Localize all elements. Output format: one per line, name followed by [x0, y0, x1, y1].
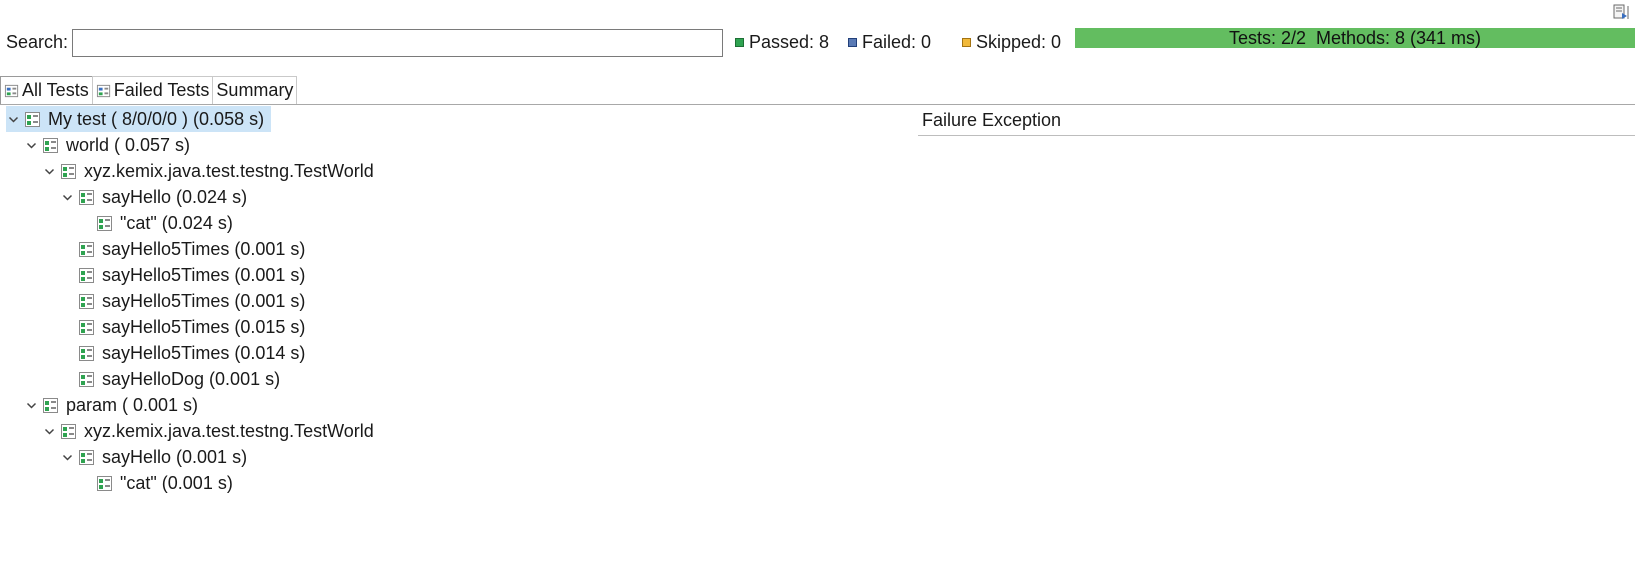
- tree-row[interactable]: sayHello5Times (0.015 s): [60, 314, 308, 340]
- chevron-down-icon[interactable]: [60, 190, 74, 204]
- search-label: Search:: [6, 32, 69, 52]
- tree-row[interactable]: sayHello (0.024 s): [60, 184, 250, 210]
- tab-label: Failed Tests: [113, 80, 210, 100]
- tree-row[interactable]: world ( 0.057 s): [24, 132, 193, 158]
- chevron-down-icon[interactable]: [60, 450, 74, 464]
- passed-test-icon: [78, 267, 95, 284]
- passed-test-icon: [78, 319, 95, 336]
- tree-row[interactable]: xyz.kemix.java.test.testng.TestWorld: [42, 418, 377, 444]
- tab-label: All Tests: [22, 80, 89, 100]
- tab-failed-tests[interactable]: Failed Tests: [91, 76, 213, 104]
- tree-row[interactable]: sayHello5Times (0.001 s): [60, 262, 308, 288]
- tree-row-label: sayHello (0.001 s): [102, 446, 248, 467]
- tree-row[interactable]: sayHello5Times (0.001 s): [60, 236, 308, 262]
- passed-test-icon: [78, 371, 95, 388]
- passed-test-icon: [24, 110, 41, 128]
- tree-row-label: sayHelloDog (0.001 s): [102, 368, 281, 389]
- tab-all-tests[interactable]: All Tests: [0, 76, 92, 104]
- tree-row-label: sayHello5Times (0.014 s): [102, 342, 306, 363]
- chevron-down-icon[interactable]: [24, 398, 38, 412]
- tree-row-label: sayHello5Times (0.015 s): [102, 316, 306, 337]
- search-input[interactable]: [72, 29, 723, 57]
- chevron-down-icon[interactable]: [42, 164, 56, 178]
- all-tests-icon: [4, 83, 20, 99]
- tree-row[interactable]: param ( 0.001 s): [24, 392, 201, 418]
- skipped-icon: [962, 38, 971, 47]
- passed-icon: [735, 38, 744, 47]
- tab-bar: All Tests Failed Tests Summary: [0, 76, 298, 104]
- failed-tests-icon: [96, 83, 112, 99]
- tree-row-label: param ( 0.001 s): [66, 394, 199, 415]
- tab-summary[interactable]: Summary: [212, 76, 298, 104]
- tree-row-label: sayHello5Times (0.001 s): [102, 290, 306, 311]
- export-report-icon[interactable]: [1613, 4, 1629, 20]
- chevron-down-icon[interactable]: [6, 112, 20, 126]
- passed-test-icon: [78, 293, 95, 310]
- tree-row[interactable]: sayHello (0.001 s): [60, 444, 250, 470]
- passed-label: Passed: 8: [749, 32, 830, 52]
- tab-label: Summary: [216, 80, 294, 100]
- passed-test-icon: [78, 241, 95, 258]
- chevron-down-icon[interactable]: [24, 138, 38, 152]
- tree-row-label: "cat" (0.001 s): [120, 472, 233, 493]
- tree-row[interactable]: xyz.kemix.java.test.testng.TestWorld: [42, 158, 377, 184]
- tree-row-label: "cat" (0.024 s): [120, 212, 233, 233]
- passed-test-icon: [42, 397, 59, 414]
- tree-row-label: xyz.kemix.java.test.testng.TestWorld: [84, 420, 374, 441]
- failed-icon: [848, 38, 857, 47]
- passed-test-icon: [96, 475, 113, 492]
- tree-row[interactable]: "cat" (0.024 s): [78, 210, 236, 236]
- toolbar: Search: Passed: 8 Failed: 0 Skipped: 0 T…: [0, 26, 1635, 58]
- skipped-label: Skipped: 0: [976, 32, 1062, 52]
- tree-row[interactable]: sayHelloDog (0.001 s): [60, 366, 283, 392]
- failure-exception-panel: Failure Exception: [918, 106, 1635, 136]
- tree-row-label: sayHello5Times (0.001 s): [102, 264, 306, 285]
- passed-test-icon: [60, 163, 77, 180]
- tree-row-label: sayHello5Times (0.001 s): [102, 238, 306, 259]
- tree-row-label: xyz.kemix.java.test.testng.TestWorld: [84, 160, 374, 181]
- progress-text: Tests: 2/2 Methods: 8 (341 ms): [1228, 28, 1482, 48]
- tree-row[interactable]: My test ( 8/0/0/0 ) (0.058 s): [6, 106, 272, 132]
- passed-test-icon: [78, 345, 95, 362]
- progress-bar: Tests: 2/2 Methods: 8 (341 ms): [1075, 28, 1635, 48]
- failed-count: Failed: 0: [848, 32, 931, 53]
- tree-row[interactable]: "cat" (0.001 s): [78, 470, 236, 496]
- passed-test-icon: [78, 449, 95, 466]
- tree-row-label: My test ( 8/0/0/0 ) (0.058 s): [45, 108, 268, 130]
- passed-test-icon: [60, 423, 77, 440]
- tree-row-label: sayHello (0.024 s): [102, 186, 248, 207]
- passed-test-icon: [96, 215, 113, 232]
- skipped-count: Skipped: 0: [962, 32, 1061, 53]
- tree-row[interactable]: sayHello5Times (0.001 s): [60, 288, 308, 314]
- passed-test-icon: [42, 137, 59, 154]
- passed-count: Passed: 8: [735, 32, 829, 53]
- tab-divider: [0, 104, 1635, 105]
- passed-test-icon: [78, 189, 95, 206]
- failed-label: Failed: 0: [862, 32, 932, 52]
- tree-row-label: world ( 0.057 s): [66, 134, 191, 155]
- chevron-down-icon[interactable]: [42, 424, 56, 438]
- failure-exception-title: Failure Exception: [922, 110, 1062, 130]
- tree-row[interactable]: sayHello5Times (0.014 s): [60, 340, 308, 366]
